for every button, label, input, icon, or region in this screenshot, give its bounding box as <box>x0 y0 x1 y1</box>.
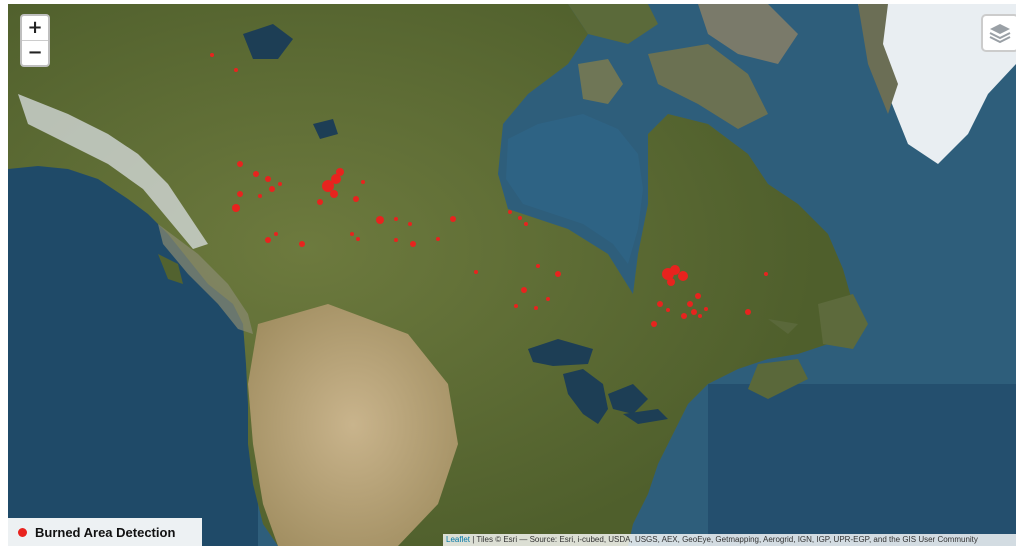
burned-area-marker[interactable] <box>474 270 478 274</box>
burned-area-marker[interactable] <box>704 307 708 311</box>
burned-area-marker[interactable] <box>534 306 538 310</box>
burned-area-marker[interactable] <box>436 237 440 241</box>
burned-area-marker[interactable] <box>681 313 687 319</box>
burned-area-marker[interactable] <box>269 186 275 192</box>
burned-area-marker[interactable] <box>232 204 240 212</box>
burned-area-marker[interactable] <box>536 264 540 268</box>
layers-icon <box>989 24 1011 44</box>
burned-area-marker[interactable] <box>317 199 323 205</box>
burned-area-marker[interactable] <box>350 232 354 236</box>
zoom-out-button[interactable]: − <box>22 40 48 65</box>
burned-area-marker[interactable] <box>508 210 512 214</box>
leaflet-link[interactable]: Leaflet <box>446 535 470 544</box>
burned-area-marker[interactable] <box>330 190 338 198</box>
burned-area-layer <box>210 53 768 327</box>
burned-area-marker[interactable] <box>410 241 416 247</box>
zoom-in-button[interactable]: + <box>22 16 48 40</box>
layers-control-button[interactable] <box>981 14 1016 52</box>
burned-area-marker[interactable] <box>518 216 522 220</box>
burned-area-marker[interactable] <box>210 53 214 57</box>
burned-area-marker[interactable] <box>356 237 360 241</box>
map-attribution: Leaflet | Tiles © Esri — Source: Esri, i… <box>443 534 1016 546</box>
burned-area-marker[interactable] <box>657 301 663 307</box>
burned-area-marker[interactable] <box>678 271 688 281</box>
burned-area-marker[interactable] <box>698 314 702 318</box>
burned-area-marker[interactable] <box>394 217 398 221</box>
burned-area-marker[interactable] <box>234 68 238 72</box>
attribution-text: | Tiles © Esri — Source: Esri, i-cubed, … <box>470 535 978 544</box>
burned-area-marker[interactable] <box>361 180 365 184</box>
burned-area-marker[interactable] <box>408 222 412 226</box>
burned-area-marker[interactable] <box>394 238 398 242</box>
burned-area-marker[interactable] <box>670 265 680 275</box>
legend-label: Burned Area Detection <box>35 524 176 540</box>
burned-area-marker[interactable] <box>667 278 675 286</box>
burned-area-marker[interactable] <box>253 171 259 177</box>
zoom-control: + − <box>20 14 50 67</box>
burned-area-marker[interactable] <box>691 309 697 315</box>
burned-area-marker[interactable] <box>521 287 527 293</box>
burned-area-marker[interactable] <box>555 271 561 277</box>
map-view[interactable]: + − <box>8 4 1016 546</box>
burned-area-marker[interactable] <box>651 321 657 327</box>
burned-area-marker[interactable] <box>274 232 278 236</box>
burned-area-marker[interactable] <box>695 293 701 299</box>
burned-area-marker[interactable] <box>514 304 518 308</box>
burned-area-marker[interactable] <box>546 297 550 301</box>
map-legend: Burned Area Detection <box>8 518 202 546</box>
burned-area-legend-dot <box>18 527 27 537</box>
burned-area-marker[interactable] <box>336 168 344 176</box>
burned-area-marker[interactable] <box>237 161 243 167</box>
burned-area-marker[interactable] <box>353 196 359 202</box>
burned-area-marker[interactable] <box>666 308 670 312</box>
burned-area-marker[interactable] <box>450 216 456 222</box>
burned-area-marker[interactable] <box>376 216 384 224</box>
burned-area-marker[interactable] <box>237 191 243 197</box>
burned-area-marker[interactable] <box>687 301 693 307</box>
burned-area-marker[interactable] <box>524 222 528 226</box>
burned-area-marker[interactable] <box>258 194 262 198</box>
burned-area-marker[interactable] <box>265 176 271 182</box>
burned-area-marker[interactable] <box>745 309 751 315</box>
burned-area-marker[interactable] <box>265 237 271 243</box>
burned-area-marker[interactable] <box>299 241 305 247</box>
burned-area-marker[interactable] <box>764 272 768 276</box>
burned-area-marker[interactable] <box>278 182 282 186</box>
